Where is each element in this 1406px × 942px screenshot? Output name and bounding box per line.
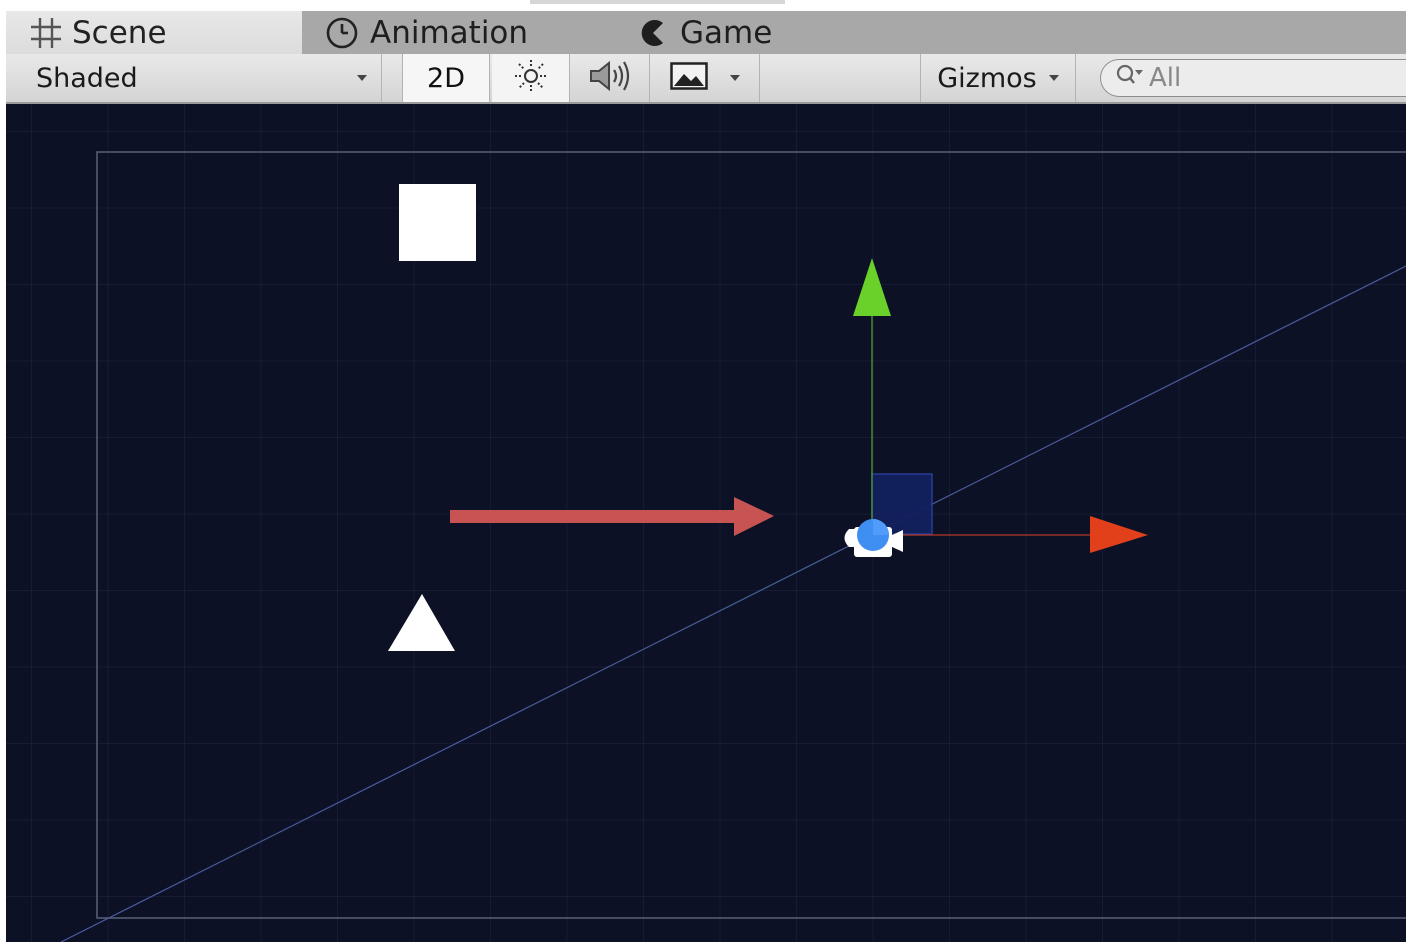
sun-icon bbox=[514, 59, 548, 97]
camera-frustum-line bbox=[60, 265, 1406, 942]
draw-mode-dropdown[interactable]: Shaded bbox=[6, 54, 382, 102]
tab-animation[interactable]: Animation bbox=[324, 11, 528, 54]
window-top-mark bbox=[530, 0, 785, 4]
lighting-toggle-button[interactable] bbox=[492, 54, 570, 102]
chevron-down-icon bbox=[730, 75, 740, 81]
tab-game-label: Game bbox=[680, 14, 773, 51]
pacman-icon bbox=[638, 15, 668, 51]
tab-bar: Scene Animation Game bbox=[6, 11, 1406, 54]
camera-bounds bbox=[96, 151, 1406, 919]
move-gizmo[interactable] bbox=[853, 258, 1148, 553]
clock-icon bbox=[324, 15, 360, 51]
grid-icon bbox=[28, 15, 64, 51]
tab-scene[interactable]: Scene bbox=[6, 11, 302, 54]
annotation-arrow bbox=[450, 497, 774, 536]
audio-toggle-button[interactable] bbox=[570, 54, 650, 102]
scene-toolbar: Shaded 2D Gizmos All bbox=[6, 54, 1406, 104]
chevron-down-icon bbox=[357, 75, 367, 81]
gizmos-dropdown[interactable]: Gizmos bbox=[920, 54, 1076, 102]
search-input[interactable]: All bbox=[1100, 59, 1406, 97]
toggle-2d-button[interactable]: 2D bbox=[402, 54, 490, 102]
window-top-strip bbox=[0, 0, 1406, 11]
speaker-icon bbox=[588, 59, 632, 97]
draw-mode-label: Shaded bbox=[36, 62, 138, 94]
triangle-sprite[interactable] bbox=[388, 594, 455, 651]
tab-animation-label: Animation bbox=[370, 14, 529, 51]
search-placeholder: All bbox=[1149, 63, 1182, 93]
scene-viewport[interactable] bbox=[6, 104, 1406, 942]
gizmo-x-arrow[interactable] bbox=[1090, 516, 1148, 553]
search-icon bbox=[1115, 62, 1145, 95]
image-icon bbox=[670, 62, 708, 94]
tab-scene-label: Scene bbox=[72, 14, 167, 51]
tab-game[interactable]: Game bbox=[638, 11, 772, 54]
chevron-down-icon bbox=[1048, 75, 1059, 81]
gizmos-label: Gizmos bbox=[937, 62, 1037, 94]
toggle-2d-label: 2D bbox=[427, 62, 465, 94]
gizmo-y-arrow[interactable] bbox=[853, 258, 891, 316]
square-sprite[interactable] bbox=[399, 184, 476, 261]
effects-dropdown[interactable] bbox=[650, 54, 760, 102]
